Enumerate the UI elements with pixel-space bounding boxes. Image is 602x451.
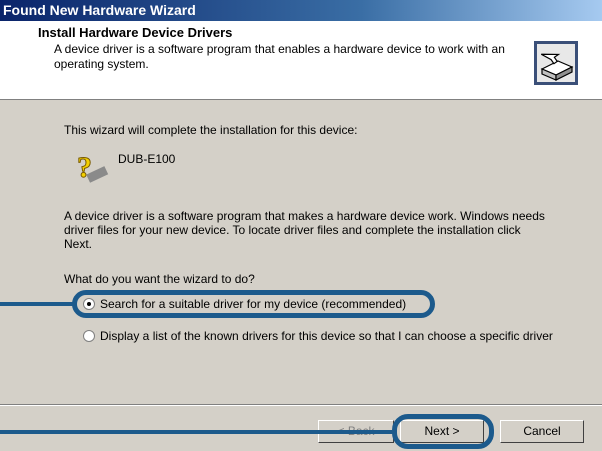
option-display-list-label[interactable]: Display a list of the known drivers for … [100,329,560,343]
next-button-leader-line [0,430,394,434]
radio-display-list[interactable] [83,330,95,342]
wizard-window: Found New Hardware Wizard Install Hardwa… [0,0,602,451]
window-title: Found New Hardware Wizard [3,2,196,18]
device-name: DUB-E100 [118,152,176,166]
intro-text: This wizard will complete the installati… [64,123,358,137]
wizard-header: Install Hardware Device Drivers A device… [0,21,602,100]
header-description: A device driver is a software program th… [54,42,505,71]
explanation-text: A device driver is a software program th… [64,209,545,251]
next-button-highlight [392,414,494,449]
cancel-button[interactable]: Cancel [500,420,584,443]
header-title: Install Hardware Device Drivers [38,25,233,40]
title-bar[interactable]: Found New Hardware Wizard [0,0,602,21]
hardware-install-icon [534,41,578,85]
recommended-option-leader-line [0,302,74,306]
footer-separator [0,404,602,406]
svg-text:?: ? [77,151,92,184]
unknown-device-icon: ? [77,151,109,184]
recommended-option-highlight [72,290,435,318]
question-text: What do you want the wizard to do? [64,272,255,286]
